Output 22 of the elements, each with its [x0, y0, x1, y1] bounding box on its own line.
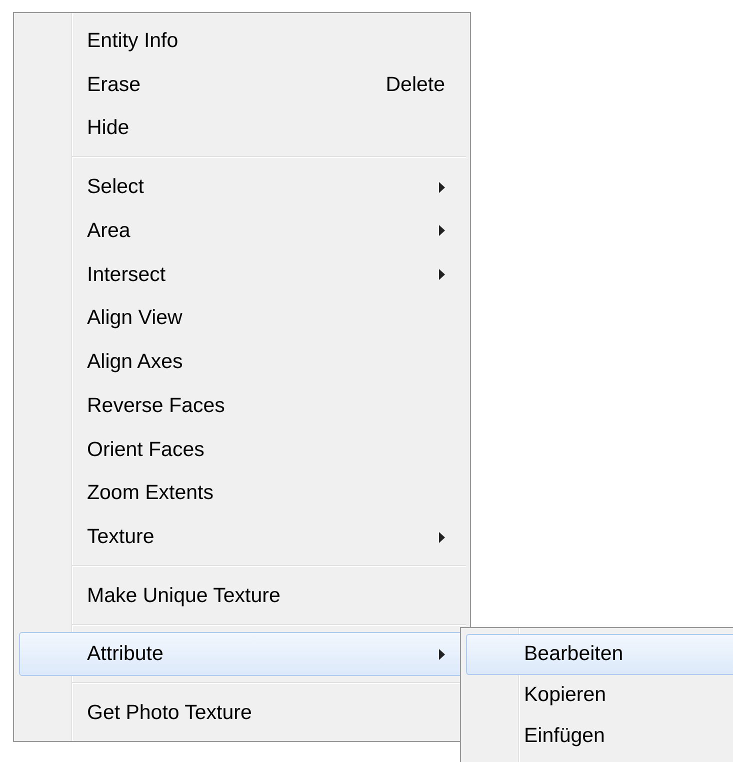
submenu-arrow-icon — [439, 648, 445, 660]
menu-item[interactable]: Make Unique Texture — [19, 574, 468, 618]
menu-item[interactable]: Align View — [19, 296, 468, 340]
submenu-arrow-icon — [439, 269, 445, 280]
shortcut-label: Delete — [386, 72, 445, 97]
menu-item[interactable]: Zoom Extents — [19, 471, 468, 516]
menu-item[interactable]: Align Axes — [19, 340, 468, 384]
submenu-arrow-icon — [439, 225, 445, 236]
menu-item[interactable]: Reverse Faces — [19, 384, 468, 428]
menu-item[interactable]: Bearbeiten — [466, 634, 733, 675]
submenu-arrow-icon — [439, 182, 445, 193]
menu-item[interactable]: Select — [19, 165, 468, 209]
menu-item[interactable]: Orient Faces — [19, 428, 468, 472]
menu-item[interactable]: Einfügen — [466, 715, 731, 756]
menu-item[interactable]: Kopieren — [466, 674, 731, 716]
submenu-arrow-icon — [439, 532, 445, 543]
menu-item[interactable]: Intersect — [19, 252, 468, 296]
menu-item[interactable]: Erase Delete — [19, 62, 468, 106]
menu-item[interactable]: Area — [19, 208, 468, 253]
menu-item[interactable]: Entity Info — [19, 19, 468, 63]
menu-item[interactable]: Texture — [19, 515, 468, 559]
menu-item[interactable]: Hide — [19, 106, 468, 150]
